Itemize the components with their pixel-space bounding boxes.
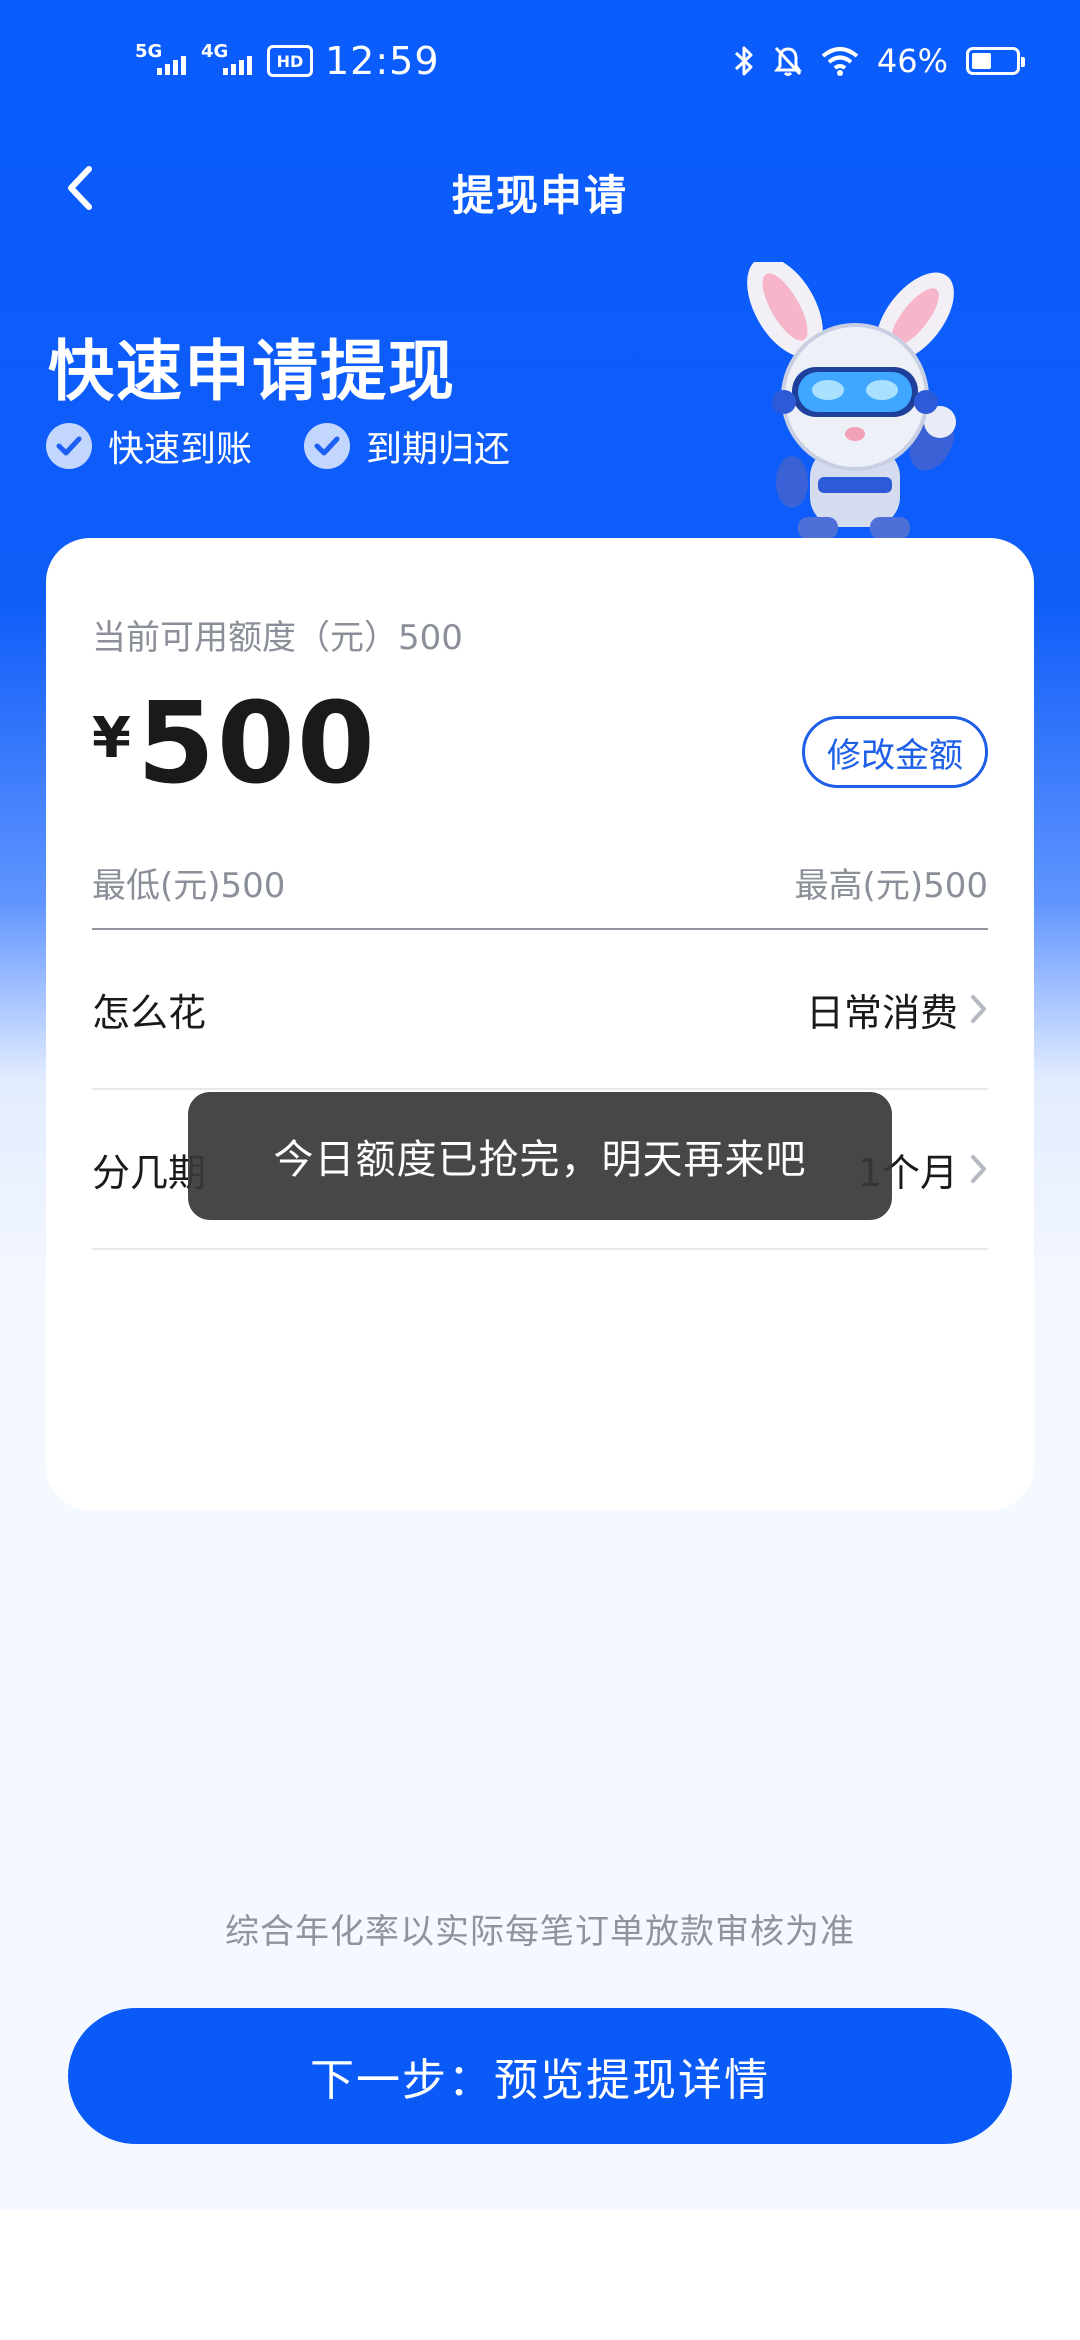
rabbit-mascot-icon <box>747 262 956 539</box>
status-bar: 5G 4G HD 12:59 46% <box>0 0 1080 120</box>
feature-item: 到期归还 <box>304 420 510 472</box>
wifi-icon <box>821 47 859 76</box>
battery-icon <box>966 47 1025 75</box>
next-step-button[interactable]: 下一步：预览提现详情 <box>68 2008 1012 2144</box>
currency-symbol: ¥ <box>92 706 131 771</box>
feature-label: 快速到账 <box>108 429 253 470</box>
check-icon <box>304 423 351 469</box>
toast-message: 今日额度已抢完，明天再来吧 <box>188 1092 892 1220</box>
usage-value: 日常消费 <box>806 982 988 1037</box>
bluetooth-icon <box>734 46 753 76</box>
chevron-right-icon <box>971 1155 986 1183</box>
usage-row[interactable]: 怎么花 日常消费 <box>92 930 988 1090</box>
hd-icon: HD <box>267 45 313 77</box>
status-bar-right: 46% <box>733 36 1025 86</box>
battery-percent: 46% <box>876 42 948 80</box>
feature-label: 到期归还 <box>366 429 511 470</box>
signal-5g-icon: 5G <box>135 41 193 81</box>
feature-list: 快速到账 到期归还 <box>46 420 510 472</box>
header: 提现申请 <box>0 140 1080 240</box>
hero-title: 快速申请提现 <box>48 333 456 410</box>
battery-level <box>972 53 992 69</box>
amount-range: 最低(元)500 最高(元)500 <box>92 858 988 907</box>
min-amount-label: 最低(元)500 <box>92 866 286 906</box>
usage-value-text: 日常消费 <box>805 990 958 1035</box>
feature-item: 快速到账 <box>46 420 252 472</box>
max-amount-label: 最高(元)500 <box>794 866 988 906</box>
amount-display: ¥ 500 <box>92 688 377 800</box>
bell-off-icon <box>773 46 802 76</box>
chevron-right-icon <box>971 995 986 1023</box>
withdraw-card: 当前可用额度（元）500 ¥ 500 修改金额 最低(元)500 最高(元)50… <box>46 538 1034 1510</box>
amount-value: 500 <box>136 679 377 809</box>
page-title: 提现申请 <box>451 171 628 220</box>
disclaimer-text: 综合年化率以实际每笔订单放款审核为准 <box>225 1912 855 1952</box>
usage-label: 怎么花 <box>92 990 207 1035</box>
modify-amount-button[interactable]: 修改金额 <box>802 716 988 788</box>
clock: 12:59 <box>325 39 440 83</box>
check-icon <box>46 423 92 469</box>
signal-4g-icon: 4G <box>201 41 259 81</box>
available-credit-label: 当前可用额度（元）500 <box>92 618 463 658</box>
status-bar-left: 5G 4G HD 12:59 <box>135 36 440 86</box>
